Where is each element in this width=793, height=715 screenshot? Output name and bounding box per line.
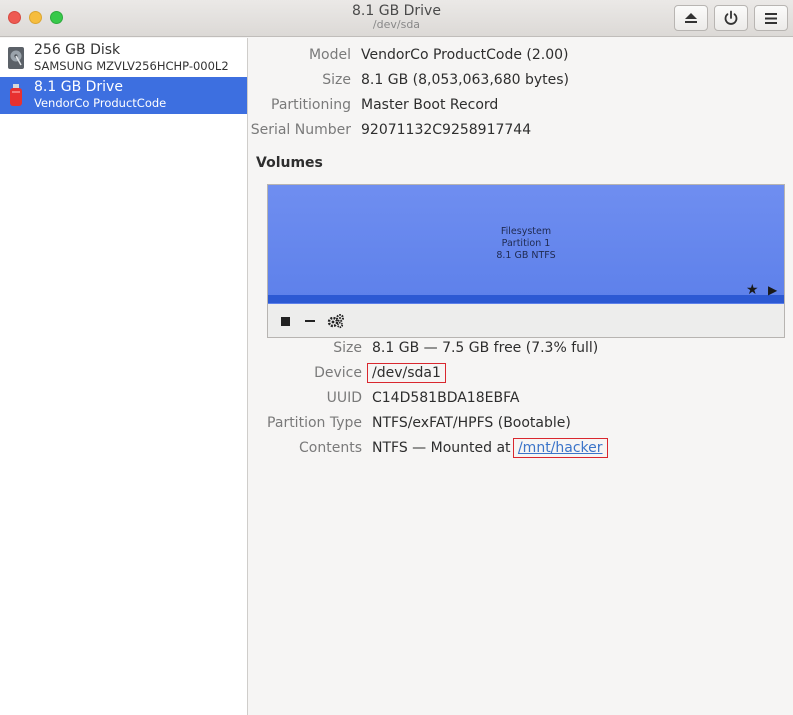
partition-usage-bar [268, 295, 784, 303]
menu-icon [765, 12, 777, 24]
drive-size-label: Size [322, 72, 351, 88]
sidebar-item-label: 256 GB Disk [34, 42, 121, 58]
eject-icon [685, 13, 697, 23]
drive-serial-value: 92071132C9258917744 [361, 122, 532, 138]
gears-icon [327, 314, 344, 329]
play-icon: ▶ [768, 283, 778, 297]
partition-options-button[interactable] [326, 311, 346, 331]
star-icon: ★ [746, 282, 759, 298]
drive-details: Model VendorCo ProductCode (2.00) Size 8… [249, 38, 793, 715]
unmount-button[interactable] [275, 311, 295, 331]
partition-name-text: Partition 1 [501, 238, 551, 249]
partition-size-row: Size 8.1 GB — 7.5 GB free (7.3% full) [249, 340, 789, 360]
partition-device-value: /dev/sda1 [367, 363, 446, 383]
volume-toolbar [268, 305, 784, 337]
power-icon [724, 10, 738, 25]
partition-size-text: 8.1 GB NTFS [496, 250, 556, 261]
partition-contents-label: Contents [299, 440, 362, 456]
delete-partition-button[interactable] [300, 311, 320, 331]
disk-sidebar: 256 GB Disk SAMSUNG MZVLV256HCHP-000L2 8… [0, 38, 248, 715]
sidebar-item-sublabel: SAMSUNG MZVLV256HCHP-000L2 [34, 59, 229, 73]
partition-size-value: 8.1 GB — 7.5 GB free (7.3% full) [372, 340, 599, 356]
drive-partitioning-value: Master Boot Record [361, 97, 499, 113]
partition-type-value: NTFS/exFAT/HPFS (Bootable) [372, 415, 571, 431]
usb-drive-icon [10, 84, 22, 106]
partition-device-label: Device [314, 365, 362, 381]
drive-model-label: Model [308, 47, 351, 63]
drive-serial-row: Serial Number 92071132C9258917744 [249, 122, 789, 142]
volumes-graph: Filesystem Partition 1 8.1 GB NTFS ★ ▶ [267, 184, 785, 338]
drive-partitioning-label: Partitioning [271, 97, 351, 113]
drive-serial-label: Serial Number [250, 122, 351, 138]
partition-type-text: Filesystem [500, 226, 552, 237]
title-bar: 8.1 GB Drive /dev/sda [0, 0, 793, 37]
sidebar-item-256gb-disk[interactable]: 256 GB Disk SAMSUNG MZVLV256HCHP-000L2 [0, 40, 247, 77]
minus-icon [305, 320, 315, 322]
partition-uuid-label: UUID [326, 390, 362, 406]
partition-size-label: Size [333, 340, 362, 356]
drive-model-value: VendorCo ProductCode (2.00) [361, 47, 569, 63]
stop-icon [280, 316, 290, 326]
drive-size-value: 8.1 GB (8,053,063,680 bytes) [361, 72, 569, 88]
partition-block[interactable]: Filesystem Partition 1 8.1 GB NTFS ★ ▶ [268, 185, 784, 304]
volumes-heading: Volumes [256, 155, 323, 171]
eject-button[interactable] [674, 5, 708, 31]
drive-size-row: Size 8.1 GB (8,053,063,680 bytes) [249, 72, 789, 92]
partition-contents-row: Contents NTFS — Mounted at /mnt/hacker [249, 438, 789, 460]
partition-contents-text: NTFS — Mounted at [372, 440, 515, 456]
hard-disk-icon [8, 47, 24, 69]
partition-contents-value: NTFS — Mounted at /mnt/hacker [372, 438, 608, 458]
partition-type-row: Partition Type NTFS/exFAT/HPFS (Bootable… [249, 415, 789, 435]
drive-partitioning-row: Partitioning Master Boot Record [249, 97, 789, 117]
power-off-button[interactable] [714, 5, 748, 31]
menu-button[interactable] [754, 5, 788, 31]
drive-model-row: Model VendorCo ProductCode (2.00) [249, 47, 789, 67]
partition-device-row: Device /dev/sda1 [249, 363, 789, 385]
sidebar-item-label: 8.1 GB Drive [34, 79, 123, 95]
partition-uuid-value: C14D581BDA18EBFA [372, 390, 520, 406]
partition-uuid-row: UUID C14D581BDA18EBFA [249, 390, 789, 410]
partition-type-label: Partition Type [267, 415, 362, 431]
mount-point-link[interactable]: /mnt/hacker [512, 438, 608, 458]
sidebar-item-sublabel: VendorCo ProductCode [34, 96, 167, 110]
sidebar-item-8gb-drive[interactable]: 8.1 GB Drive VendorCo ProductCode [0, 77, 247, 114]
